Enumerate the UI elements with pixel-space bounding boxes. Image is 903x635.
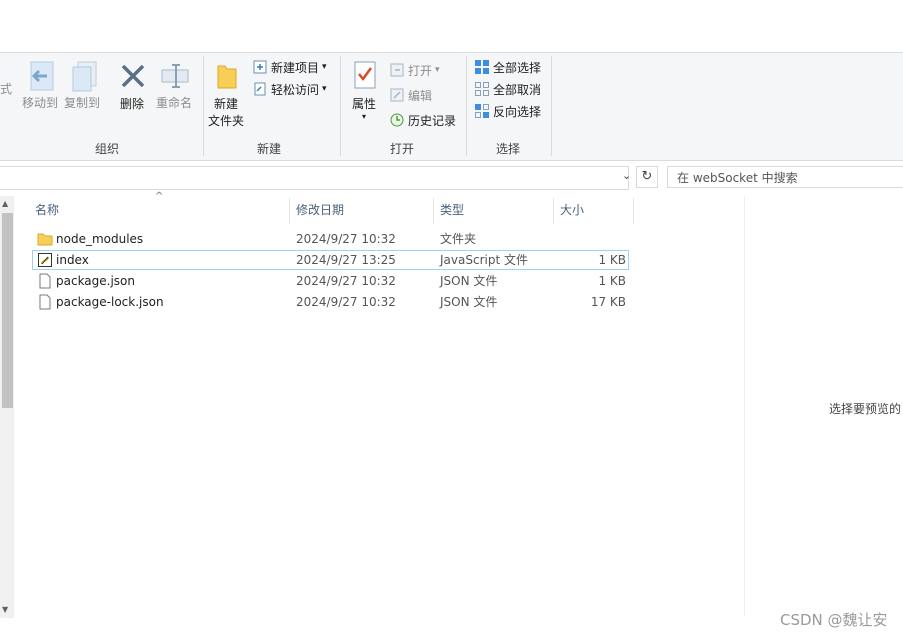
column-divider[interactable] xyxy=(289,198,290,224)
column-header-name[interactable]: 名称 xyxy=(35,198,59,224)
column-divider[interactable] xyxy=(433,198,434,224)
ribbon-divider xyxy=(466,56,467,156)
file-size: 1 KB xyxy=(598,250,626,270)
scroll-up-icon[interactable]: ▲ xyxy=(2,199,8,208)
search-input[interactable]: 在 webSocket 中搜索 xyxy=(667,166,903,188)
ribbon-divider xyxy=(551,56,552,156)
properties-button[interactable]: 属性 xyxy=(352,97,376,111)
copy-to-icon[interactable] xyxy=(70,60,100,97)
new-folder-label-1[interactable]: 新建 xyxy=(214,97,238,111)
select-all-button[interactable]: 全部选择 xyxy=(474,57,541,77)
open-icon xyxy=(389,62,405,78)
select-all-icon xyxy=(474,59,490,75)
file-date: 2024/9/27 10:32 xyxy=(296,271,396,291)
column-header-date[interactable]: 修改日期 xyxy=(296,198,344,224)
delete-icon[interactable] xyxy=(119,62,147,93)
column-divider[interactable] xyxy=(633,198,634,224)
chevron-down-icon[interactable]: ⌄ xyxy=(622,169,631,182)
file-row[interactable]: package.json 2024/9/27 10:32 JSON 文件 1 K… xyxy=(32,271,629,291)
open-button[interactable]: 打开▾ xyxy=(389,60,440,80)
invert-selection-icon xyxy=(474,103,490,119)
sort-ascending-icon: ^ xyxy=(155,191,163,202)
file-icon xyxy=(37,294,53,316)
file-type: JSON 文件 xyxy=(440,271,497,291)
file-row-selected[interactable]: index 2024/9/27 13:25 JavaScript 文件 1 KB xyxy=(32,250,629,270)
move-to-button[interactable]: 移动到 xyxy=(22,96,58,110)
file-size: 17 KB xyxy=(591,292,626,312)
properties-dropdown-icon[interactable]: ▾ xyxy=(362,112,366,121)
new-item-icon xyxy=(252,59,268,75)
new-folder-icon[interactable] xyxy=(214,60,240,95)
preview-placeholder-text: 选择要预览的 xyxy=(829,400,903,417)
file-type: 文件夹 xyxy=(440,229,476,249)
file-date: 2024/9/27 10:32 xyxy=(296,292,396,312)
preview-pane-divider[interactable] xyxy=(744,196,745,616)
address-bar[interactable] xyxy=(0,166,629,190)
file-name: package-lock.json xyxy=(56,292,164,312)
edit-button[interactable]: 编辑 xyxy=(389,85,432,105)
file-name: node_modules xyxy=(56,229,143,249)
easy-access-icon xyxy=(252,81,268,97)
properties-icon[interactable] xyxy=(352,60,378,95)
file-row[interactable]: node_modules 2024/9/27 10:32 文件夹 xyxy=(32,229,629,249)
history-button[interactable]: 历史记录 xyxy=(389,110,456,130)
file-type: JSON 文件 xyxy=(440,292,497,312)
easy-access-button[interactable]: 轻松访问▾ xyxy=(252,79,327,99)
group-label-new: 新建 xyxy=(257,140,281,157)
cut-off-label: 式 xyxy=(0,82,12,96)
rename-icon[interactable] xyxy=(160,62,192,93)
file-name: package.json xyxy=(56,271,135,291)
column-header-size[interactable]: 大小 xyxy=(560,198,584,224)
group-label-select: 选择 xyxy=(496,140,520,157)
select-none-button[interactable]: 全部取消 xyxy=(474,79,541,99)
file-type: JavaScript 文件 xyxy=(440,250,528,270)
move-to-icon[interactable] xyxy=(27,60,57,97)
file-size: 1 KB xyxy=(598,271,626,291)
new-folder-label-2[interactable]: 文件夹 xyxy=(208,114,244,128)
scrollbar-thumb[interactable] xyxy=(2,213,13,408)
group-label-organize: 组织 xyxy=(95,140,119,157)
ribbon-divider xyxy=(203,56,204,156)
file-name: index xyxy=(56,250,89,270)
file-date: 2024/9/27 13:25 xyxy=(296,250,396,270)
column-header-type[interactable]: 类型 xyxy=(440,198,464,224)
watermark: CSDN @魏让安 xyxy=(780,609,888,630)
invert-selection-button[interactable]: 反向选择 xyxy=(474,101,541,121)
column-divider[interactable] xyxy=(553,198,554,224)
rename-button[interactable]: 重命名 xyxy=(156,96,192,110)
scroll-down-icon[interactable]: ▼ xyxy=(2,605,8,614)
select-none-icon xyxy=(474,81,490,97)
edit-icon xyxy=(389,87,405,103)
copy-to-button[interactable]: 复制到 xyxy=(64,96,100,110)
delete-button[interactable]: 删除 xyxy=(120,97,144,111)
new-item-button[interactable]: 新建项目▾ xyxy=(252,57,327,77)
group-label-open: 打开 xyxy=(390,140,414,157)
file-date: 2024/9/27 10:32 xyxy=(296,229,396,249)
refresh-icon[interactable]: ↻ xyxy=(636,166,658,188)
ribbon-divider xyxy=(340,56,341,156)
history-icon xyxy=(389,112,405,128)
file-row[interactable]: package-lock.json 2024/9/27 10:32 JSON 文… xyxy=(32,292,629,312)
